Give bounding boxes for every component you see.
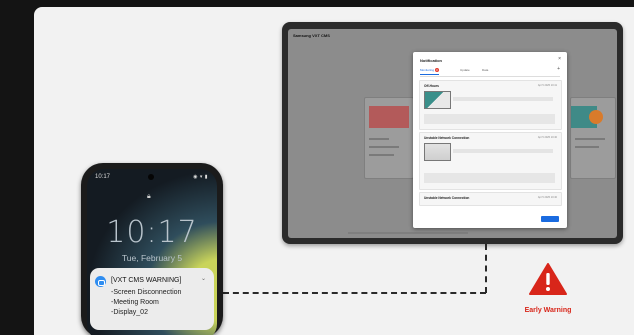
- smartphone: 10:17 ◉ ▾ ▮ 🔒︎ 10:17 Tue, February 5 [VX…: [81, 163, 223, 335]
- monitor: Samsung VXT CMS Notification × Monitorin…: [282, 22, 623, 244]
- tab-update[interactable]: Update: [460, 68, 470, 72]
- alert-card[interactable]: Unstable Network Connection Apr 5 2025 1…: [419, 132, 562, 190]
- early-warning-label: Early Warning: [524, 307, 572, 314]
- connector-line-vertical: [485, 244, 487, 293]
- tab-data[interactable]: Data: [482, 68, 488, 72]
- notification-line: -Meeting Room: [111, 299, 159, 306]
- monitor-screen: Samsung VXT CMS Notification × Monitorin…: [288, 29, 617, 238]
- apply-button[interactable]: [541, 216, 559, 222]
- detail-row: [453, 97, 553, 101]
- alert-card-title: Off-Hours: [424, 84, 439, 88]
- alert-card[interactable]: Off-Hours Apr 5 2025 10:41: [419, 80, 562, 130]
- alert-card-title: Unstable Network Connection: [424, 196, 470, 200]
- notification-line: -Display_02: [111, 309, 148, 316]
- status-icons: ◉ ▾ ▮: [193, 174, 208, 180]
- tab-monitoring[interactable]: Monitoring 3: [420, 68, 439, 75]
- lock-icon: 🔒︎: [147, 193, 151, 200]
- status-bar-time: 10:17: [95, 174, 111, 180]
- recommendation-box: [424, 173, 555, 183]
- notification-line: -Screen Disconnection: [111, 289, 182, 296]
- alert-card[interactable]: Unstable Network Connection Apr 5 2025 1…: [419, 192, 562, 206]
- warning-icon: [529, 263, 567, 295]
- lock-screen-clock: 10:17: [106, 215, 198, 250]
- background-device-card: [570, 97, 616, 179]
- camera-icon: [148, 174, 154, 180]
- chevron-down-icon[interactable]: ⌄: [201, 275, 206, 282]
- close-icon[interactable]: ×: [558, 57, 561, 62]
- notification-title: [VXT CMS WARNING]: [111, 277, 182, 284]
- promo-illustration: Samsung VXT CMS Notification × Monitorin…: [0, 0, 634, 335]
- dialog-tabs: Monitoring 3 Update Data +: [420, 67, 560, 77]
- alert-card-time: Apr 5 2025 10:40: [537, 136, 557, 139]
- dialog-title: Notification: [420, 58, 442, 63]
- alert-card-time: Apr 5 2025 10:40: [537, 196, 557, 199]
- recommendation-box: [424, 114, 555, 124]
- connector-line-horizontal: [223, 292, 486, 294]
- push-notification[interactable]: [VXT CMS WARNING] ⌄ -Screen Disconnectio…: [90, 268, 214, 330]
- alert-card-title: Unstable Network Connection: [424, 136, 470, 140]
- lock-screen-date: Tue, February 5: [121, 253, 183, 263]
- phone-lock-screen: 10:17 ◉ ▾ ▮ 🔒︎ 10:17 Tue, February 5 [VX…: [87, 169, 217, 335]
- detail-row: [453, 149, 553, 153]
- app-title: Samsung VXT CMS: [293, 33, 330, 38]
- alert-card-time: Apr 5 2025 10:41: [537, 84, 557, 87]
- tab-badge: 3: [435, 68, 439, 72]
- footer-line: [348, 232, 468, 234]
- background-device-card: [364, 97, 414, 179]
- device-thumbnail: [424, 91, 451, 109]
- notification-dialog: Notification × Monitoring 3 Update Data +…: [413, 52, 567, 228]
- device-thumbnail: [424, 143, 451, 161]
- add-icon[interactable]: +: [557, 67, 560, 72]
- message-app-icon: [95, 276, 106, 287]
